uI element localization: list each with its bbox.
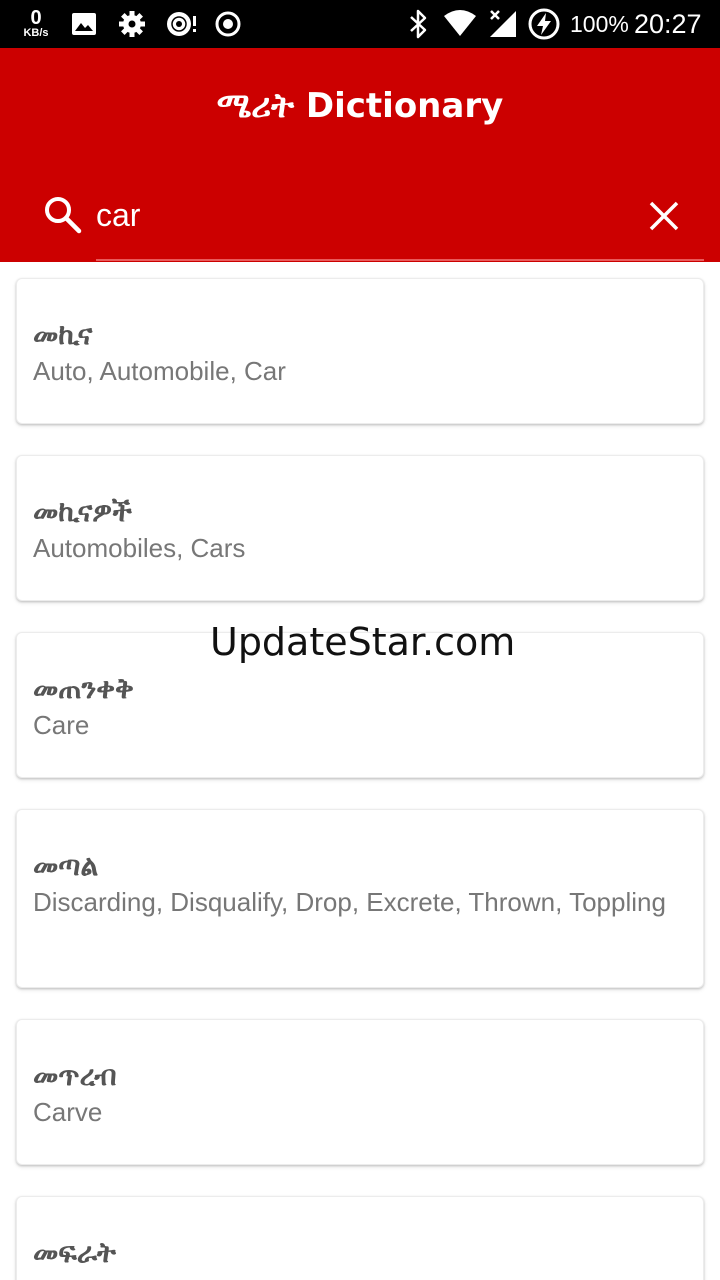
- list-item[interactable]: መኪና Auto, Automobile, Car: [16, 278, 704, 424]
- app-bar: ሜሪት Dictionary: [0, 48, 720, 262]
- results-list[interactable]: መኪና Auto, Automobile, Car መኪናዎች Automobi…: [0, 262, 720, 1280]
- english-meaning: Auto, Automobile, Car: [33, 356, 286, 386]
- image-icon: [72, 13, 96, 35]
- status-bar: 0 KB/s 100% 20:27: [0, 0, 720, 48]
- list-item[interactable]: መፍራት: [16, 1196, 704, 1280]
- amharic-word: መጣል: [33, 849, 99, 882]
- record-icon: [215, 11, 241, 37]
- no-signal-icon: [490, 10, 516, 37]
- amharic-word: መፍራት: [33, 1236, 116, 1269]
- network-speed-unit: KB/s: [23, 27, 49, 39]
- network-speed: 0 KB/s: [18, 0, 54, 48]
- wifi-icon: [444, 10, 476, 36]
- search-underline: [96, 259, 704, 261]
- battery-charging-icon: [528, 8, 560, 40]
- close-icon[interactable]: [642, 194, 686, 238]
- search-icon[interactable]: [40, 192, 84, 236]
- bluetooth-icon: [410, 9, 427, 39]
- amharic-word: መጥረብ: [33, 1059, 117, 1092]
- network-speed-value: 0: [30, 7, 42, 29]
- list-item[interactable]: መኪናዎች Automobiles, Cars: [16, 455, 704, 601]
- watermark: UpdateStar.com: [210, 620, 516, 664]
- battery-percent: 100%: [570, 10, 629, 37]
- list-item[interactable]: መጥረብ Carve: [16, 1019, 704, 1165]
- amharic-word: መኪናዎች: [33, 495, 132, 528]
- amharic-word: መኪና: [33, 318, 93, 351]
- amharic-word: መጠንቀቅ: [33, 672, 134, 705]
- search-input[interactable]: [96, 186, 636, 244]
- english-meaning: Discarding, Disqualify, Drop, Excrete, T…: [33, 887, 666, 917]
- app-title: ሜሪት Dictionary: [216, 86, 504, 126]
- english-meaning: Automobiles, Cars: [33, 533, 246, 563]
- clock: 20:27: [634, 8, 702, 39]
- disc-icon: [167, 12, 196, 36]
- list-item[interactable]: መጣል Discarding, Disqualify, Drop, Excret…: [16, 809, 704, 988]
- english-meaning: Care: [33, 710, 90, 740]
- english-meaning: Carve: [33, 1097, 103, 1127]
- settings-gear-icon: [119, 11, 145, 37]
